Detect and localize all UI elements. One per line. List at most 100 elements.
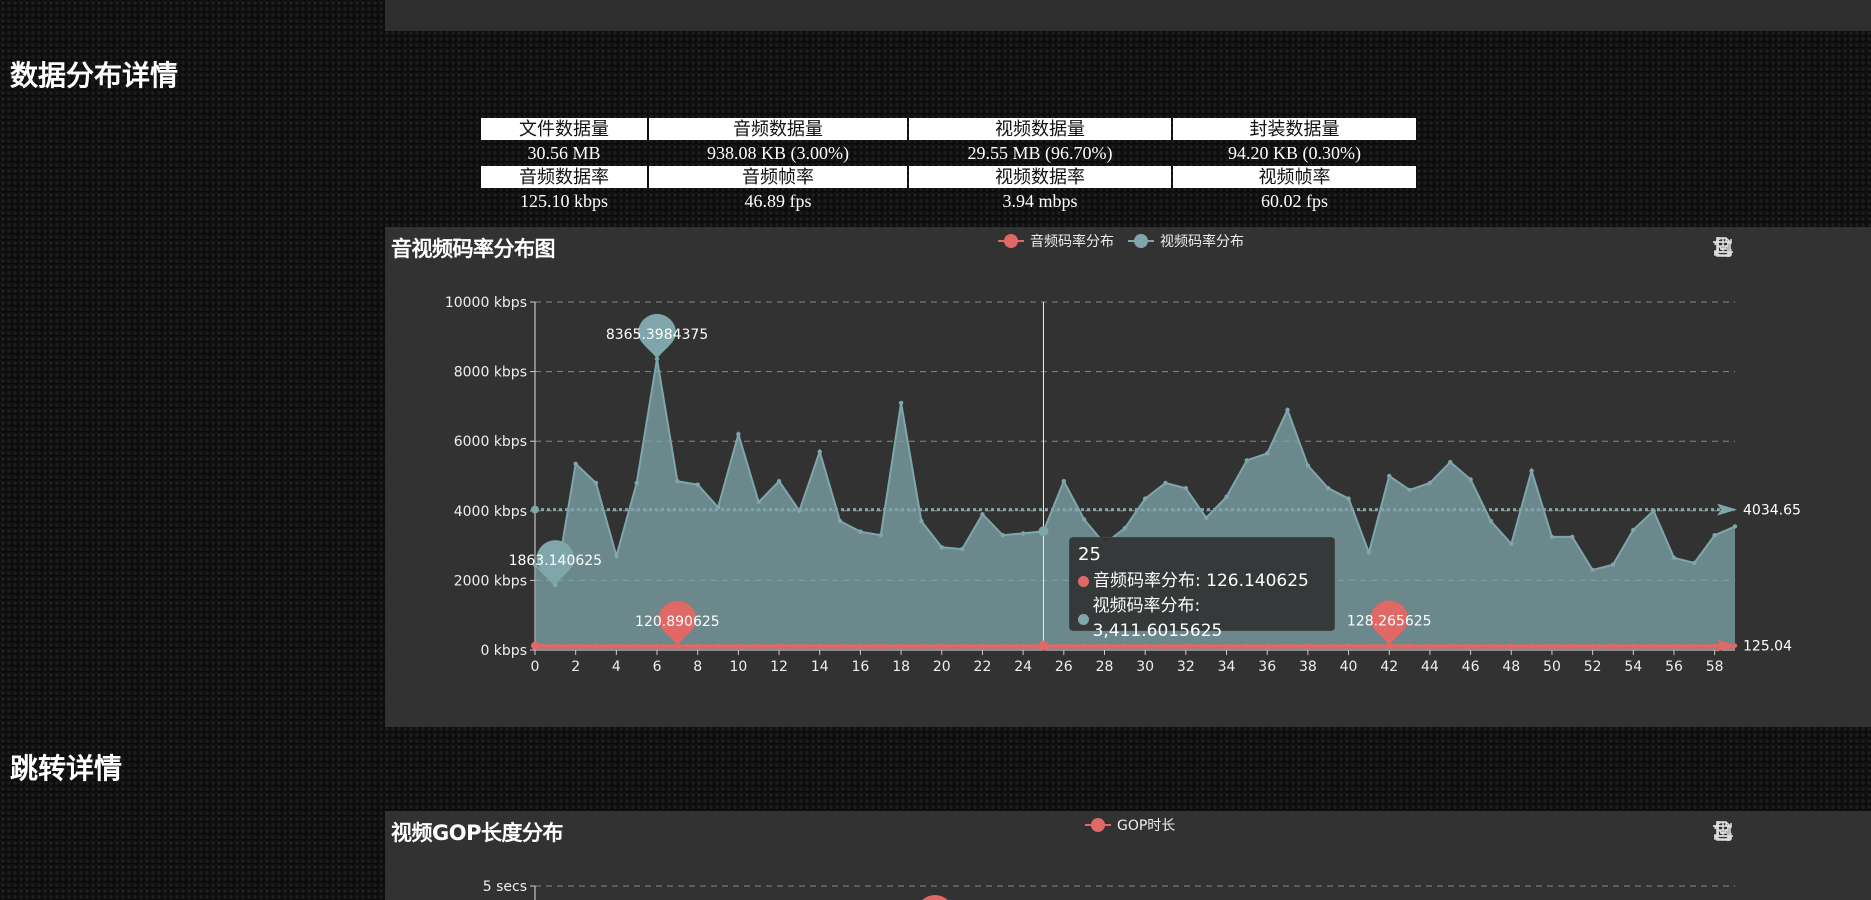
video-data-point: [1529, 468, 1534, 473]
tooltip-row-audio: 音频码率分布: 126.140625: [1078, 569, 1326, 594]
video-data-point: [1326, 485, 1331, 491]
stats-header-row-2: 音频数据率 音频帧率 视频数据率 视频帧率: [481, 166, 1416, 188]
video-average-label: 4034.65: [1743, 503, 1801, 519]
video-data-point: [736, 432, 741, 437]
stats-header-cell: 视频帧率: [1173, 166, 1416, 188]
video-data-point: [1203, 515, 1209, 520]
video-average-start: [531, 505, 539, 514]
video-data-point: [614, 553, 619, 559]
gop-chart[interactable]: 5 secs: [385, 811, 1871, 900]
video-data-point: [1712, 532, 1717, 538]
video-data-point: [919, 519, 924, 524]
stats-value-cell: 3.94 mbps: [1002, 191, 1078, 211]
x-tick-label: 54: [1624, 659, 1642, 675]
x-tick-label: 26: [1055, 659, 1073, 675]
video-data-point: [675, 479, 680, 484]
audio-average-label: 125.04: [1743, 639, 1792, 655]
x-tick-label: 46: [1462, 659, 1480, 675]
audio-average-start: [531, 641, 539, 650]
tooltip-row-video: 视频码率分布: 3,411.6015625: [1078, 594, 1326, 644]
x-tick-label: 12: [770, 659, 788, 675]
video-data-point: [695, 482, 700, 487]
x-tick-label: 2: [571, 659, 580, 675]
bitrate-chart-panel: 音视频码率分布图 音频码率分布 视频码率分布 0 kbps 2000 kbps 40…: [385, 227, 1871, 727]
x-tick-label: 58: [1706, 659, 1724, 675]
stats-value-cell: 938.08 KB (3.00%): [707, 143, 849, 163]
video-data-point: [1671, 555, 1677, 560]
x-tick-label: 34: [1218, 659, 1236, 675]
x-tick-label: 8: [693, 659, 702, 675]
video-data-point: [1488, 519, 1494, 524]
video-data-point: [1244, 458, 1250, 463]
video-data-point: [1285, 407, 1290, 413]
video-data-point: [878, 532, 883, 538]
video-data-point: [1183, 485, 1189, 491]
video-data-point: [573, 461, 578, 467]
x-tick-label: 28: [1096, 659, 1114, 675]
video-data-point: [1590, 567, 1595, 573]
video-data-point: [1081, 517, 1087, 522]
stats-value-row-2: 125.10 kbps 46.89 fps 3.94 mbps 60.02 fp…: [481, 190, 1416, 212]
top-bar: [385, 0, 1871, 31]
video-data-point: [1305, 463, 1311, 468]
y-tick-label: 10000 kbps: [445, 295, 527, 311]
video-data-point: [1427, 480, 1433, 486]
stats-table: 文件数据量 音频数据量 视频数据量 封装数据量 30.56 MB 938.08 …: [479, 116, 1418, 214]
y-tick-label: 2000 kbps: [454, 573, 527, 589]
video-data-point: [776, 479, 782, 484]
video-data-point: [1265, 451, 1270, 456]
stats-value-cell: 46.89 fps: [744, 191, 812, 211]
video-data-point: [1549, 534, 1555, 540]
video-data-point: [756, 499, 761, 505]
video-data-point: [1224, 494, 1229, 500]
x-tick-label: 36: [1258, 659, 1276, 675]
x-tick-label: 44: [1421, 659, 1439, 675]
video-data-point: [1346, 496, 1351, 501]
x-tick-label: 32: [1177, 659, 1195, 675]
x-tick-label: 22: [974, 659, 992, 675]
video-data-point: [837, 519, 843, 524]
video-data-point: [593, 480, 599, 486]
tooltip-dot-audio: [1078, 576, 1089, 587]
video-highlight-point: [1038, 526, 1049, 537]
x-tick-label: 38: [1299, 659, 1317, 675]
video-data-point: [1387, 473, 1392, 479]
x-tick-label: 42: [1380, 659, 1398, 675]
video-data-point: [1061, 479, 1067, 484]
x-tick-label: 10: [729, 659, 747, 675]
video-data-point: [1509, 541, 1514, 547]
video-data-point: [1020, 531, 1026, 536]
section-title-data-distribution: 数据分布详情: [10, 59, 179, 92]
gop-chart-panel: 视频GOP长度分布 GOP时长 5 secs: [385, 811, 1871, 900]
x-tick-label: 6: [653, 659, 662, 675]
section-title-seek-details: 跳转详情: [10, 752, 123, 785]
chart-tooltip: 25 音频码率分布: 126.140625 视频码率分布: 3,411.6015…: [1069, 537, 1335, 641]
stats-header-cell: 视频数据量: [909, 118, 1171, 140]
x-tick-label: 52: [1584, 659, 1602, 675]
x-tick-label: 30: [1136, 659, 1154, 675]
video-min-pin-label: 1863.140625: [509, 553, 603, 569]
video-data-point: [980, 512, 985, 517]
stats-header-cell: 视频数据率: [909, 166, 1171, 188]
x-tick-label: 18: [892, 659, 910, 675]
stats-header-cell: 文件数据量: [481, 118, 647, 140]
x-tick-label: 48: [1502, 659, 1520, 675]
stats-value-cell: 125.10 kbps: [519, 191, 608, 211]
video-data-point: [1631, 527, 1636, 533]
stats-value-row-1: 30.56 MB 938.08 KB (3.00%) 29.55 MB (96.…: [481, 142, 1416, 164]
y-tick-label: 5 secs: [483, 879, 527, 895]
x-tick-label: 56: [1665, 659, 1683, 675]
stats-value-cell: 30.56 MB: [527, 143, 601, 163]
video-data-point: [634, 480, 639, 486]
stats-header-cell: 音频数据量: [649, 118, 907, 140]
video-data-point: [939, 545, 944, 550]
stats-header-cell: 封装数据量: [1173, 118, 1416, 140]
video-data-point: [858, 529, 863, 534]
audio-min-pin-label: 120.890625: [635, 614, 720, 630]
x-tick-label: 50: [1543, 659, 1561, 675]
stats-header-row-1: 文件数据量 音频数据量 视频数据量 封装数据量: [481, 118, 1416, 140]
x-tick-label: 40: [1340, 659, 1358, 675]
bitrate-chart[interactable]: 0 kbps 2000 kbps 4000 kbps 6000 kbps 8000 kb…: [385, 227, 1871, 727]
y-tick-label: 0 kbps: [480, 643, 527, 659]
video-data-point: [898, 400, 904, 406]
